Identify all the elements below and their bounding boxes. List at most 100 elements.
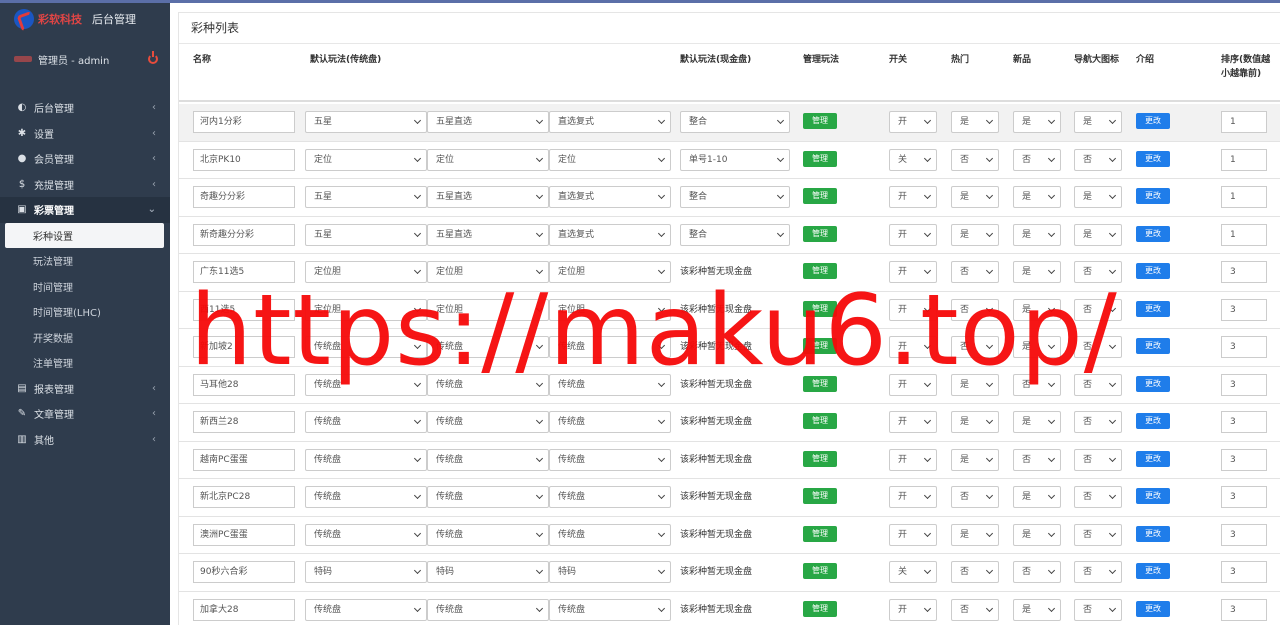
edit-intro-button[interactable]: 更改 — [1136, 300, 1170, 317]
trad-play-select-2[interactable]: 传统盘 — [427, 448, 549, 471]
sidebar-item[interactable]: ▤ 报表管理 ‹ — [0, 376, 170, 402]
new-select[interactable]: 是 — [1013, 411, 1061, 433]
trad-play-select-3[interactable]: 传统盘 — [549, 448, 671, 471]
switch-select[interactable]: 关 — [889, 561, 937, 583]
hot-select[interactable]: 否 — [951, 148, 999, 171]
new-select[interactable]: 是 — [1013, 486, 1061, 508]
sidebar-item[interactable]: ✎ 文章管理 ‹ — [0, 401, 170, 427]
trad-play-select-3[interactable]: 直选复式 — [549, 111, 671, 133]
nav-icon-select[interactable]: 否 — [1074, 561, 1122, 583]
edit-intro-button[interactable]: 更改 — [1136, 188, 1170, 204]
trad-play-select-2[interactable]: 特码 — [427, 561, 549, 583]
sort-input[interactable]: 1 — [1221, 148, 1267, 171]
lottery-name-input[interactable]: 越南PC蛋蛋 — [193, 448, 295, 471]
switch-select[interactable]: 开 — [889, 448, 937, 471]
trad-play-select-3[interactable]: 定位 — [549, 148, 671, 171]
sidebar-subitem[interactable]: 彩种设置 — [5, 222, 164, 248]
nav-icon-select[interactable]: 是 — [1074, 111, 1122, 133]
sidebar-item[interactable]: $ 充提管理 ‹ — [0, 172, 170, 198]
lottery-name-input[interactable]: 加拿大28 — [193, 598, 295, 621]
trad-play-select-3[interactable]: 传统盘 — [549, 411, 671, 433]
new-select[interactable]: 是 — [1013, 186, 1061, 208]
switch-select[interactable]: 开 — [889, 523, 937, 546]
sort-input[interactable]: 1 — [1221, 223, 1267, 246]
sidebar-item[interactable]: ● 会员管理 ‹ — [0, 146, 170, 172]
trad-play-select-1[interactable]: 传统盘 — [305, 411, 427, 433]
sort-input[interactable]: 3 — [1221, 261, 1267, 283]
sidebar-subitem[interactable]: 开奖数据 — [0, 325, 170, 351]
sort-input[interactable]: 3 — [1221, 598, 1267, 621]
new-select[interactable]: 是 — [1013, 111, 1061, 133]
trad-play-select-2[interactable]: 定位 — [427, 148, 549, 171]
switch-select[interactable]: 开 — [889, 223, 937, 246]
nav-icon-select[interactable]: 是 — [1074, 223, 1122, 246]
trad-play-select-2[interactable]: 五星直选 — [427, 223, 549, 246]
new-select[interactable]: 否 — [1013, 148, 1061, 171]
manage-button[interactable]: 管理 — [803, 563, 837, 579]
lottery-name-input[interactable]: 河内1分彩 — [193, 111, 295, 133]
hot-select[interactable]: 是 — [951, 111, 999, 133]
manage-button[interactable]: 管理 — [803, 225, 837, 242]
sidebar-subitem[interactable]: 时间管理 — [0, 274, 170, 300]
sort-input[interactable]: 3 — [1221, 523, 1267, 546]
new-select[interactable]: 否 — [1013, 448, 1061, 471]
trad-play-select-2[interactable]: 传统盘 — [427, 411, 549, 433]
edit-intro-button[interactable]: 更改 — [1136, 150, 1170, 167]
cash-play-select[interactable]: 整合 — [680, 111, 790, 133]
cash-play-select[interactable]: 单号1-10 — [680, 148, 790, 171]
hot-select[interactable]: 是 — [951, 448, 999, 471]
switch-select[interactable]: 开 — [889, 598, 937, 621]
sidebar-item[interactable]: ✱ 设置 ‹ — [0, 121, 170, 147]
trad-play-select-1[interactable]: 传统盘 — [305, 448, 427, 471]
switch-select[interactable]: 关 — [889, 148, 937, 171]
edit-intro-button[interactable]: 更改 — [1136, 450, 1170, 467]
sort-input[interactable]: 3 — [1221, 486, 1267, 508]
lottery-name-input[interactable]: 奇趣分分彩 — [193, 186, 295, 208]
trad-play-select-2[interactable]: 传统盘 — [427, 523, 549, 546]
lottery-name-input[interactable]: 新北京PC28 — [193, 486, 295, 508]
sort-input[interactable]: 3 — [1221, 373, 1267, 396]
trad-play-select-3[interactable]: 传统盘 — [549, 523, 671, 546]
hot-select[interactable]: 否 — [951, 598, 999, 621]
nav-icon-select[interactable]: 否 — [1074, 448, 1122, 471]
edit-intro-button[interactable]: 更改 — [1136, 263, 1170, 279]
trad-play-select-1[interactable]: 定位 — [305, 148, 427, 171]
sort-input[interactable]: 3 — [1221, 561, 1267, 583]
hot-select[interactable]: 是 — [951, 186, 999, 208]
edit-intro-button[interactable]: 更改 — [1136, 225, 1170, 242]
trad-play-select-2[interactable]: 五星直选 — [427, 111, 549, 133]
manage-button[interactable]: 管理 — [803, 413, 837, 429]
edit-intro-button[interactable]: 更改 — [1136, 375, 1170, 392]
edit-intro-button[interactable]: 更改 — [1136, 413, 1170, 429]
trad-play-select-2[interactable]: 传统盘 — [427, 598, 549, 621]
sort-input[interactable]: 1 — [1221, 111, 1267, 133]
manage-button[interactable]: 管理 — [803, 450, 837, 467]
trad-play-select-2[interactable]: 传统盘 — [427, 486, 549, 508]
new-select[interactable]: 是 — [1013, 598, 1061, 621]
switch-select[interactable]: 开 — [889, 486, 937, 508]
new-select[interactable]: 否 — [1013, 561, 1061, 583]
cash-play-select[interactable]: 整合 — [680, 223, 790, 246]
trad-play-select-3[interactable]: 直选复式 — [549, 223, 671, 246]
switch-select[interactable]: 开 — [889, 411, 937, 433]
lottery-name-input[interactable]: 90秒六合彩 — [193, 561, 295, 583]
edit-intro-button[interactable]: 更改 — [1136, 563, 1170, 579]
manage-button[interactable]: 管理 — [803, 525, 837, 542]
new-select[interactable]: 是 — [1013, 223, 1061, 246]
hot-select[interactable]: 是 — [951, 523, 999, 546]
manage-button[interactable]: 管理 — [803, 188, 837, 204]
edit-intro-button[interactable]: 更改 — [1136, 488, 1170, 504]
hot-select[interactable]: 是 — [951, 411, 999, 433]
nav-icon-select[interactable]: 否 — [1074, 523, 1122, 546]
hot-select[interactable]: 否 — [951, 486, 999, 508]
trad-play-select-3[interactable]: 直选复式 — [549, 186, 671, 208]
nav-icon-select[interactable]: 否 — [1074, 598, 1122, 621]
edit-intro-button[interactable]: 更改 — [1136, 113, 1170, 129]
manage-button[interactable]: 管理 — [803, 150, 837, 167]
lottery-name-input[interactable]: 新西兰28 — [193, 411, 295, 433]
manage-button[interactable]: 管理 — [803, 600, 837, 617]
trad-play-select-2[interactable]: 五星直选 — [427, 186, 549, 208]
trad-play-select-3[interactable]: 传统盘 — [549, 486, 671, 508]
trad-play-select-1[interactable]: 五星 — [305, 186, 427, 208]
cash-play-select[interactable]: 整合 — [680, 186, 790, 208]
